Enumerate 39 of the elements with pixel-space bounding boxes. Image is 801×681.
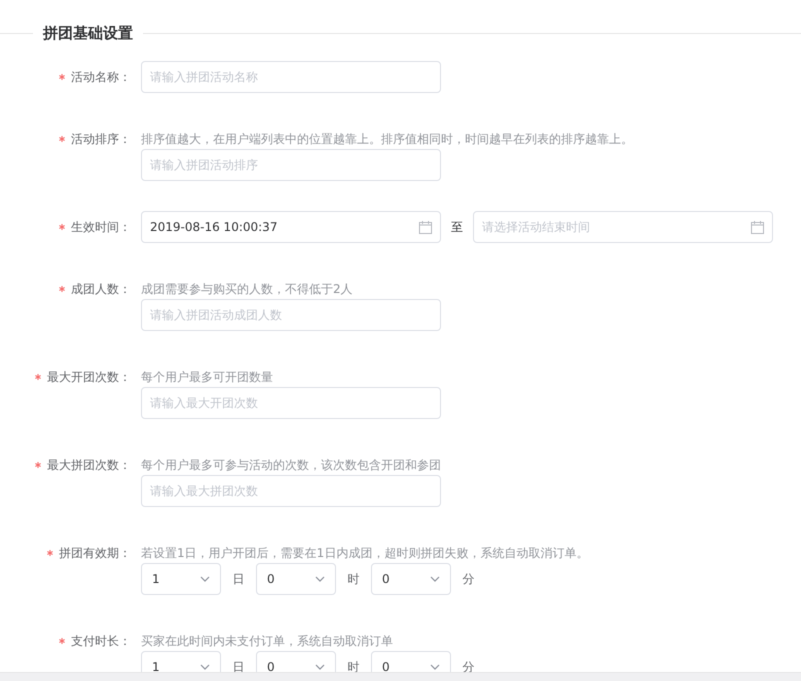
help-text: 每个用户最多可参与活动的次数，该次数包含开团和参团: [141, 457, 442, 474]
section-title: 拼团基础设置: [42, 24, 134, 42]
field-label: 最大拼团次数：: [47, 457, 131, 474]
text-input[interactable]: 请输入最大开团次数: [141, 387, 441, 419]
unit-label: 日: [232, 658, 246, 672]
text-input[interactable]: 请输入拼团活动名称: [141, 61, 441, 93]
chevron-down-icon: [200, 664, 210, 670]
unit-label: 日: [232, 570, 246, 588]
unit-label: 分: [462, 658, 476, 672]
date-picker[interactable]: 2019-08-16 10:00:37: [141, 211, 441, 243]
select-dropdown[interactable]: 1: [141, 563, 221, 595]
select-dropdown[interactable]: 0: [256, 563, 336, 595]
chevron-down-icon: [315, 664, 325, 670]
text-input[interactable]: 请输入拼团活动成团人数: [141, 299, 441, 331]
select-dropdown[interactable]: 0: [371, 563, 451, 595]
chevron-down-icon: [200, 576, 210, 582]
field-label: 成团人数：: [71, 281, 131, 298]
field-label: 活动排序：: [71, 131, 131, 148]
unit-label: 时: [346, 570, 360, 588]
help-text: 排序值越大，在用户端列表中的位置越靠上。排序值相同时，时间越早在列表的排序越靠上。: [141, 131, 634, 148]
chevron-down-icon: [430, 576, 440, 582]
unit-label: 分: [462, 570, 476, 588]
unit-label: 时: [346, 658, 360, 672]
text-input[interactable]: 请输入拼团活动排序: [141, 149, 441, 181]
field-label: 生效时间：: [71, 219, 131, 236]
chevron-down-icon: [315, 576, 325, 582]
field-label: 活动名称：: [71, 69, 131, 86]
help-text: 买家在此时间内未支付订单，系统自动取消订单: [141, 633, 394, 650]
chevron-down-icon: [430, 664, 440, 670]
field-label: 支付时长：: [71, 633, 131, 650]
calendar-icon: [751, 220, 764, 234]
help-text: 成团需要参与购买的人数，不得低于2人: [141, 281, 354, 298]
field-label: 最大开团次数：: [47, 369, 131, 386]
help-text: 每个用户最多可开团数量: [141, 369, 274, 386]
field-label: 拼团有效期：: [59, 545, 131, 562]
calendar-icon: [419, 220, 432, 234]
text-input[interactable]: 请输入最大拼团次数: [141, 475, 441, 507]
range-separator: 至: [451, 218, 463, 236]
help-text: 若设置1日，用户开团后，需要在1日内成团，超时则拼团失败，系统自动取消订单。: [141, 545, 590, 562]
